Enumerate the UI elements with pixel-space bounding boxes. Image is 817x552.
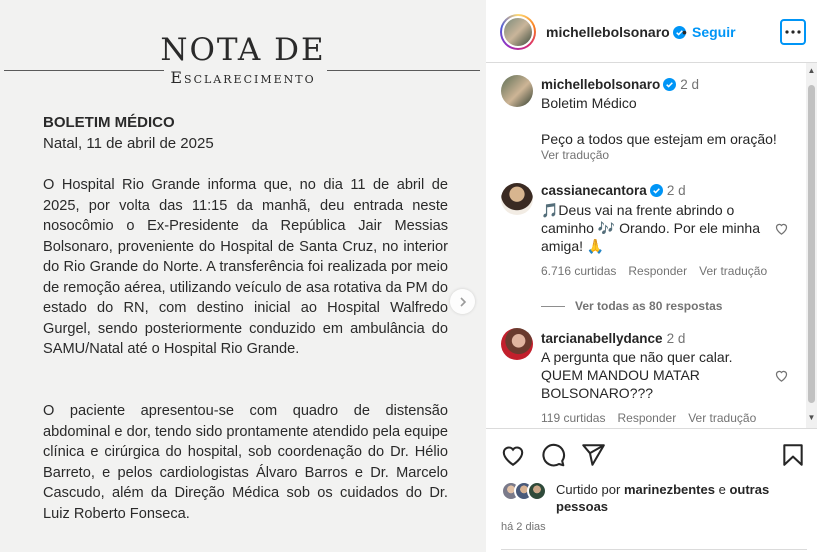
liked-by-user-link[interactable]: marinezbentes — [624, 482, 715, 497]
caption-translate-link[interactable]: Ver tradução — [541, 148, 609, 162]
share-paper-plane-icon[interactable] — [580, 442, 606, 468]
scroll-down-icon[interactable]: ▼ — [807, 413, 816, 422]
heart-icon[interactable] — [774, 221, 789, 236]
verified-badge-icon — [649, 184, 663, 197]
bulletin-heading: BOLETIM MÉDICO — [43, 114, 175, 131]
follow-button[interactable]: Seguir — [692, 24, 736, 40]
translate-link[interactable]: Ver tradução — [688, 411, 756, 425]
header-username[interactable]: michellebolsonaro — [546, 24, 686, 40]
scroll-up-icon[interactable]: ▲ — [807, 66, 816, 75]
comment-likes[interactable]: 6.716 curtidas — [541, 264, 616, 278]
liked-by-avatars[interactable] — [501, 481, 553, 503]
liked-by-connector: e — [718, 482, 726, 497]
reply-button[interactable]: Responder — [628, 264, 687, 278]
note-subtitle: Esclarecimento — [170, 68, 316, 87]
separator-dot: • — [682, 24, 687, 40]
post-timestamp[interactable]: há 2 dias — [501, 521, 546, 533]
more-icon — [785, 30, 801, 34]
more-options-button[interactable] — [780, 19, 806, 45]
comment-likes[interactable]: 119 curtidas — [541, 411, 605, 425]
next-image-button[interactable] — [450, 289, 475, 314]
divider — [501, 549, 807, 550]
post-image: NOTA DE Esclarecimento BOLETIM MÉDICO Na… — [0, 0, 486, 552]
caption-time: 2 d — [680, 77, 700, 92]
liked-by-prefix: Curtido por — [556, 482, 621, 497]
liked-by-text: Curtido por marinezbentes e outras pesso… — [556, 481, 796, 515]
post-side-panel: michellebolsonaro • Seguir michellebolso… — [486, 0, 817, 552]
comment-text: A pergunta que não quer calar. QUEM MAND… — [541, 349, 733, 401]
post-actions: Curtido por marinezbentes e outras pesso… — [486, 428, 817, 552]
username-text[interactable]: michellebolsonaro — [546, 24, 670, 40]
comment-username[interactable]: tarcianabellydance 2 d — [541, 331, 685, 346]
caption-line-1: Boletim Médico — [541, 95, 637, 111]
view-replies-label[interactable]: Ver todas as 80 respostas — [575, 299, 722, 313]
bulletin-paragraph-2: O paciente apresentou-se com quadro de d… — [43, 403, 448, 522]
comments-scrollbar[interactable]: ▲ ▼ — [806, 63, 817, 428]
save-bookmark-icon[interactable] — [780, 442, 806, 468]
chevron-right-icon — [459, 296, 466, 307]
bulletin-paragraph-1: O Hospital Rio Grande informa que, no di… — [43, 177, 448, 357]
comment-bubble-icon[interactable] — [540, 442, 566, 468]
note-title: NOTA DE — [160, 32, 326, 68]
scroll-thumb[interactable] — [808, 85, 815, 403]
translate-link[interactable]: Ver tradução — [699, 264, 767, 278]
heart-icon[interactable] — [774, 368, 789, 383]
comment-time: 2 d — [666, 331, 686, 346]
reply-button[interactable]: Responder — [617, 411, 676, 425]
comment-text: 🎵Deus vai na frente abrindo o caminho 🎶 … — [541, 202, 760, 254]
username-text[interactable]: michellebolsonaro — [541, 77, 660, 92]
verified-badge-icon — [663, 78, 677, 91]
avatar[interactable] — [501, 183, 533, 215]
avatar[interactable] — [500, 14, 536, 50]
view-replies-button[interactable]: Ver todas as 80 respostas — [541, 299, 722, 313]
comment-time: 2 d — [666, 183, 686, 198]
avatar[interactable] — [527, 481, 547, 501]
avatar[interactable] — [501, 328, 533, 360]
caption-username[interactable]: michellebolsonaro 2 d — [541, 77, 699, 92]
caption-line-2: Peço a todos que estejam em oração! — [541, 131, 777, 147]
comment-meta: 6.716 curtidas Responder Ver tradução — [541, 264, 779, 278]
username-text[interactable]: cassianecantora — [541, 183, 647, 198]
comment-meta: 119 curtidas Responder Ver tradução — [541, 411, 768, 425]
like-heart-icon[interactable] — [500, 442, 526, 468]
post-header: michellebolsonaro • Seguir — [486, 0, 817, 63]
comment-username[interactable]: cassianecantora 2 d — [541, 183, 686, 198]
bulletin-date: Natal, 11 de abril de 2025 — [43, 135, 214, 152]
comments-list[interactable]: michellebolsonaro 2 d Boletim Médico Peço… — [486, 63, 806, 428]
username-text[interactable]: tarcianabellydance — [541, 331, 663, 346]
avatar[interactable] — [501, 75, 533, 107]
